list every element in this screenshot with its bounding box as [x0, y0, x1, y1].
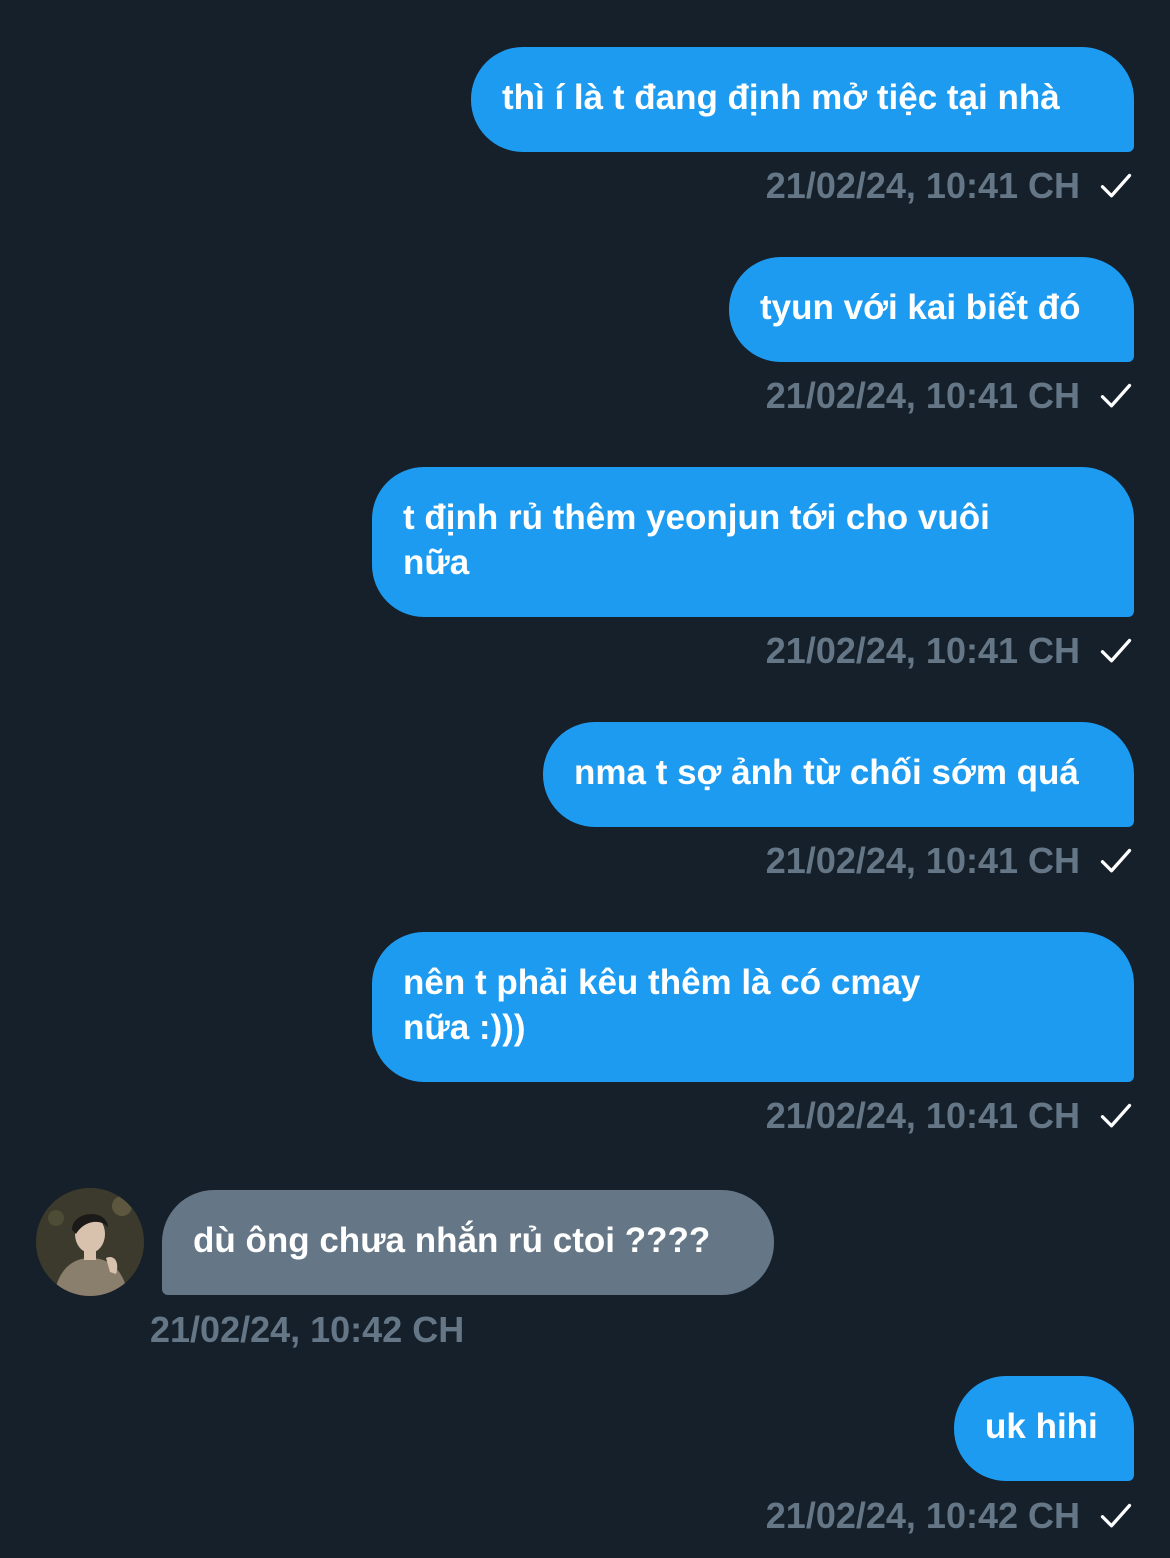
message-timestamp: 21/02/24, 10:41 CH	[765, 840, 1080, 881]
message-text: t định rủ thêm yeonjun tới cho vuôi nữa	[403, 498, 990, 582]
check-icon	[1100, 173, 1132, 198]
message-meta: 21/02/24, 10:42 CH	[766, 1496, 1134, 1536]
check-icon	[1100, 1503, 1132, 1528]
message-timestamp: 21/02/24, 10:41 CH	[765, 1095, 1080, 1136]
message-text: dù ông chưa nhắn rủ ctoi ????	[193, 1221, 711, 1260]
message-meta: 21/02/24, 10:41 CH	[766, 841, 1134, 881]
message-timestamp: 21/02/24, 10:42 CH	[150, 1309, 465, 1350]
message-meta: 21/02/24, 10:41 CH	[766, 1096, 1134, 1136]
avatar-image	[36, 1188, 144, 1296]
message-text: tyun với kai biết đó	[760, 288, 1081, 327]
message-timestamp: 21/02/24, 10:42 CH	[765, 1495, 1080, 1536]
message-bubble-outgoing[interactable]: uk hihi	[954, 1376, 1134, 1481]
message-bubble-outgoing[interactable]: t định rủ thêm yeonjun tới cho vuôi nữa	[372, 467, 1134, 617]
message-meta: 21/02/24, 10:41 CH	[766, 376, 1134, 416]
message-bubble-outgoing[interactable]: tyun với kai biết đó	[729, 257, 1134, 362]
message-bubble-outgoing[interactable]: nên t phải kêu thêm là có cmay nữa :)))	[372, 932, 1134, 1082]
message-bubble-incoming[interactable]: dù ông chưa nhắn rủ ctoi ????	[162, 1190, 774, 1295]
avatar[interactable]	[36, 1188, 144, 1296]
message-text: nên t phải kêu thêm là có cmay nữa :)))	[403, 963, 921, 1047]
message-meta: 21/02/24, 10:41 CH	[766, 166, 1134, 206]
check-icon	[1100, 638, 1132, 663]
message-text: thì í là t đang định mở tiệc tại nhà	[502, 78, 1060, 117]
message-bubble-outgoing[interactable]: thì í là t đang định mở tiệc tại nhà	[471, 47, 1134, 152]
message-text: nma t sợ ảnh từ chối sớm quá	[574, 753, 1079, 792]
message-bubble-outgoing[interactable]: nma t sợ ảnh từ chối sớm quá	[543, 722, 1134, 827]
message-timestamp: 21/02/24, 10:41 CH	[765, 375, 1080, 416]
message-timestamp: 21/02/24, 10:41 CH	[765, 165, 1080, 206]
message-timestamp: 21/02/24, 10:41 CH	[765, 630, 1080, 671]
check-icon	[1100, 848, 1132, 873]
message-meta: 21/02/24, 10:41 CH	[766, 631, 1134, 671]
message-text: uk hihi	[985, 1407, 1098, 1446]
check-icon	[1100, 1103, 1132, 1128]
check-icon	[1100, 383, 1132, 408]
